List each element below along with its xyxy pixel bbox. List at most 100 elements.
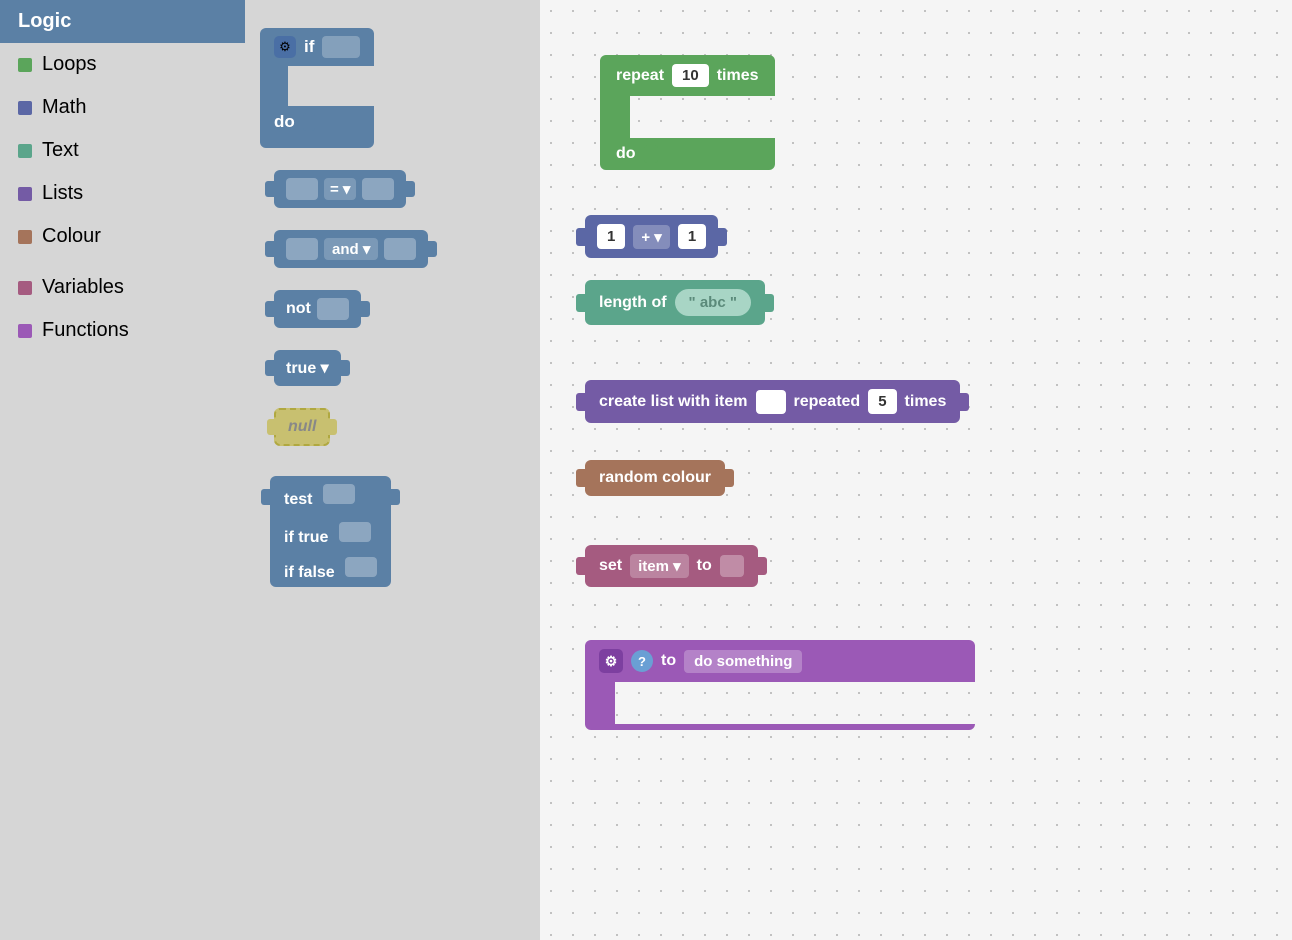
do-label: do [274, 112, 295, 132]
left-notch [265, 241, 275, 257]
list-times-label: times [905, 393, 947, 411]
left-notch [576, 557, 586, 575]
ternary-block[interactable]: test if true if false [270, 476, 525, 587]
left-notch [265, 360, 275, 376]
math-left: 1 [597, 224, 625, 249]
right-notch [390, 489, 400, 505]
sidebar-item-label: Colour [42, 225, 101, 248]
right-notch [405, 181, 415, 197]
colour-dot [18, 230, 32, 244]
if-block[interactable]: ⚙ if do [260, 28, 525, 148]
left-notch [267, 419, 277, 435]
length-of-block[interactable]: length of " abc " [585, 280, 765, 325]
and-dropdown[interactable]: and ▾ [324, 238, 378, 260]
math-add-block[interactable]: 1 + ▾ 1 [585, 215, 718, 258]
do-tab [644, 145, 658, 163]
repeated-label: repeated [794, 393, 861, 411]
blocks-panel: ⚙ if do = ▾ [245, 0, 540, 940]
left-notch [576, 469, 586, 487]
text-dot [18, 144, 32, 158]
left-slot [286, 178, 318, 200]
math-right: 1 [678, 224, 706, 249]
function-help-icon: ? [631, 650, 653, 672]
loops-dot [18, 58, 32, 72]
set-label: set [599, 557, 622, 575]
sidebar-item-text[interactable]: Text [0, 129, 245, 172]
left-notch [265, 181, 275, 197]
do-tab [303, 113, 315, 131]
null-label: null [288, 418, 316, 436]
canvas: repeat 10 times do 1 + ▾ 1 le [540, 0, 1292, 940]
function-to-label: to [661, 652, 676, 670]
left-notch [576, 294, 586, 312]
repeat-block[interactable]: repeat 10 times do [600, 55, 775, 170]
create-list-block[interactable]: create list with item repeated 5 times [585, 380, 960, 423]
and-block[interactable]: and ▾ [274, 230, 525, 268]
sidebar-item-label: Lists [42, 182, 83, 205]
sidebar-item-variables[interactable]: Variables [0, 266, 245, 309]
not-label: not [286, 300, 311, 318]
right-notch [427, 241, 437, 257]
variables-dot [18, 281, 32, 295]
equals-block[interactable]: = ▾ [274, 170, 525, 208]
ternary-test-label: test [284, 491, 312, 508]
if-label: if [304, 37, 314, 57]
item-slot [756, 390, 786, 414]
do-label: do [616, 145, 636, 163]
colour-label: random colour [599, 469, 711, 487]
left-slot [286, 238, 318, 260]
true-block[interactable]: true ▾ [274, 350, 525, 386]
sidebar-item-label: Text [42, 139, 79, 162]
right-notch [724, 469, 734, 487]
iffalse-slot [345, 557, 377, 577]
right-notch [717, 228, 727, 246]
repeat-value-slot: 10 [672, 64, 709, 87]
var-name-dropdown[interactable]: item ▾ [630, 554, 689, 578]
right-notch [764, 294, 774, 312]
left-notch [576, 228, 586, 246]
equals-dropdown[interactable]: = ▾ [324, 178, 356, 200]
sidebar: Logic Loops Math Text Lists Colour Varia… [0, 0, 245, 940]
value-slot [720, 555, 744, 577]
right-slot [317, 298, 349, 320]
right-slot [362, 178, 394, 200]
true-dropdown[interactable]: true ▾ [286, 358, 329, 378]
left-notch [261, 489, 271, 505]
set-variable-block[interactable]: set item ▾ to [585, 545, 758, 587]
function-block[interactable]: ⚙ ? to do something [585, 640, 975, 730]
ternary-iffalse-label: if false [284, 564, 335, 581]
right-slot [384, 238, 416, 260]
left-notch [576, 393, 586, 411]
sidebar-item-label: Loops [42, 53, 97, 76]
not-block[interactable]: not [274, 290, 525, 328]
if-slot [322, 36, 360, 58]
sidebar-item-loops[interactable]: Loops [0, 43, 245, 86]
random-colour-block[interactable]: random colour [585, 460, 725, 496]
ternary-iftrue-label: if true [284, 529, 328, 546]
list-value: 5 [868, 389, 896, 414]
sidebar-item-label: Variables [42, 276, 124, 299]
function-name-input[interactable]: do something [684, 650, 802, 673]
math-dot [18, 101, 32, 115]
sidebar-item-label: Functions [42, 319, 129, 342]
abc-value: " abc " [675, 289, 751, 316]
sidebar-item-logic[interactable]: Logic [0, 0, 245, 43]
right-notch [360, 301, 370, 317]
sidebar-item-math[interactable]: Math [0, 86, 245, 129]
null-block[interactable]: null [274, 408, 525, 446]
sidebar-item-label: Logic [18, 10, 71, 33]
length-label: length of [599, 294, 667, 312]
lists-dot [18, 187, 32, 201]
sidebar-item-functions[interactable]: Functions [0, 309, 245, 352]
function-gear-icon: ⚙ [599, 649, 623, 673]
times-label: times [717, 67, 759, 85]
create-list-label: create list with item [599, 393, 748, 411]
sidebar-item-lists[interactable]: Lists [0, 172, 245, 215]
right-notch [959, 393, 969, 411]
test-slot [323, 484, 355, 504]
math-operator-dropdown[interactable]: + ▾ [633, 225, 669, 249]
right-notch [340, 360, 350, 376]
functions-dot [18, 324, 32, 338]
to-label: to [697, 557, 712, 575]
sidebar-item-colour[interactable]: Colour [0, 215, 245, 258]
